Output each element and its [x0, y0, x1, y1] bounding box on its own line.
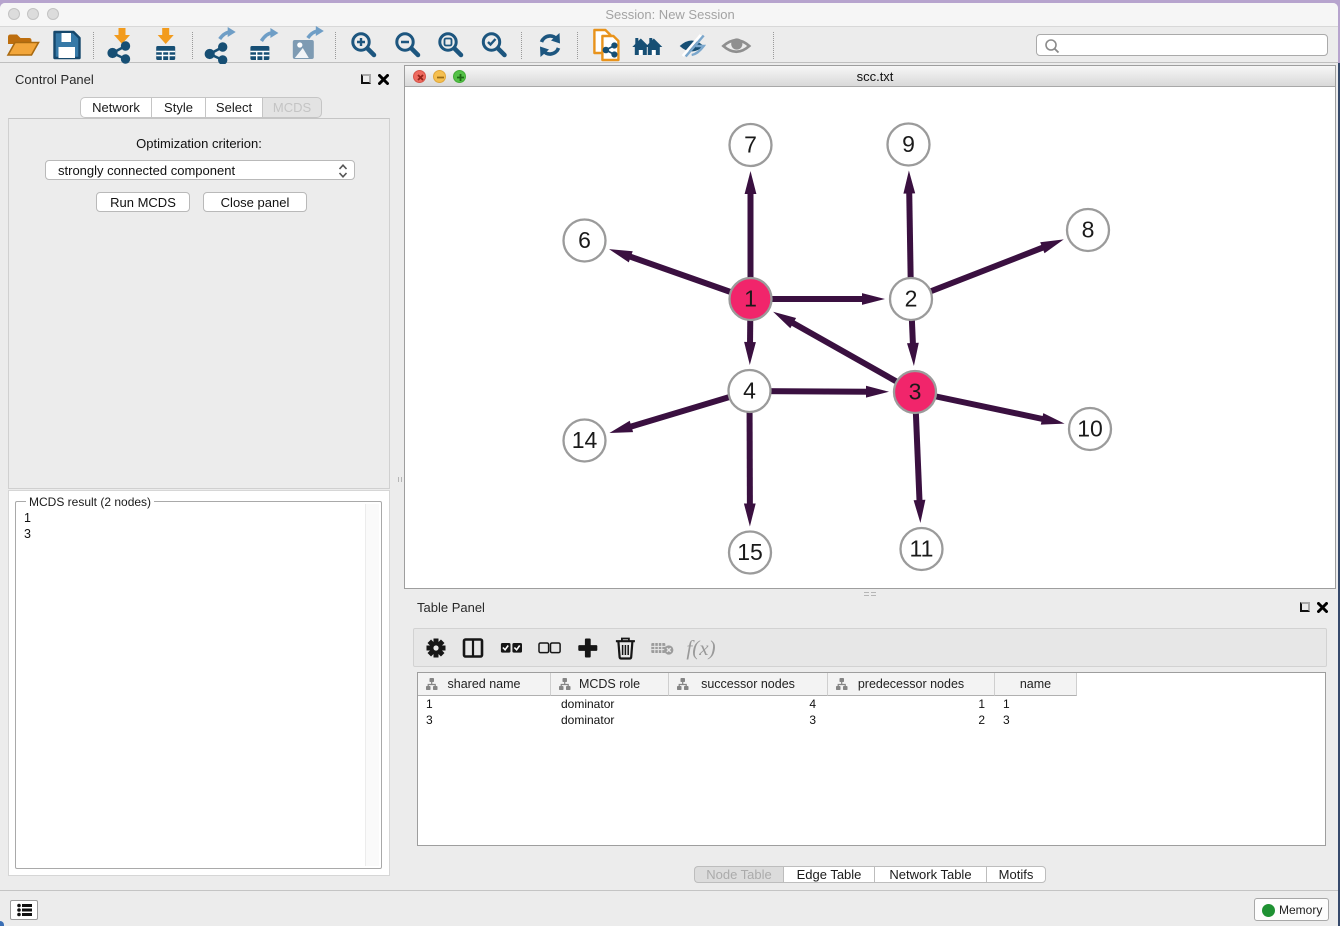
svg-text:4: 4 [743, 377, 756, 403]
svg-text:9: 9 [902, 131, 915, 157]
svg-text:f(x): f(x) [686, 636, 715, 660]
svg-text:14: 14 [572, 427, 598, 453]
svg-text:7: 7 [744, 131, 757, 157]
svg-text:8: 8 [1082, 216, 1095, 242]
svg-text:10: 10 [1077, 415, 1103, 441]
svg-text:1: 1 [744, 285, 757, 311]
svg-text:2: 2 [905, 285, 918, 311]
svg-text:3: 3 [909, 378, 922, 404]
svg-text:15: 15 [737, 539, 763, 565]
svg-text:11: 11 [910, 535, 934, 561]
svg-text:6: 6 [578, 227, 591, 253]
